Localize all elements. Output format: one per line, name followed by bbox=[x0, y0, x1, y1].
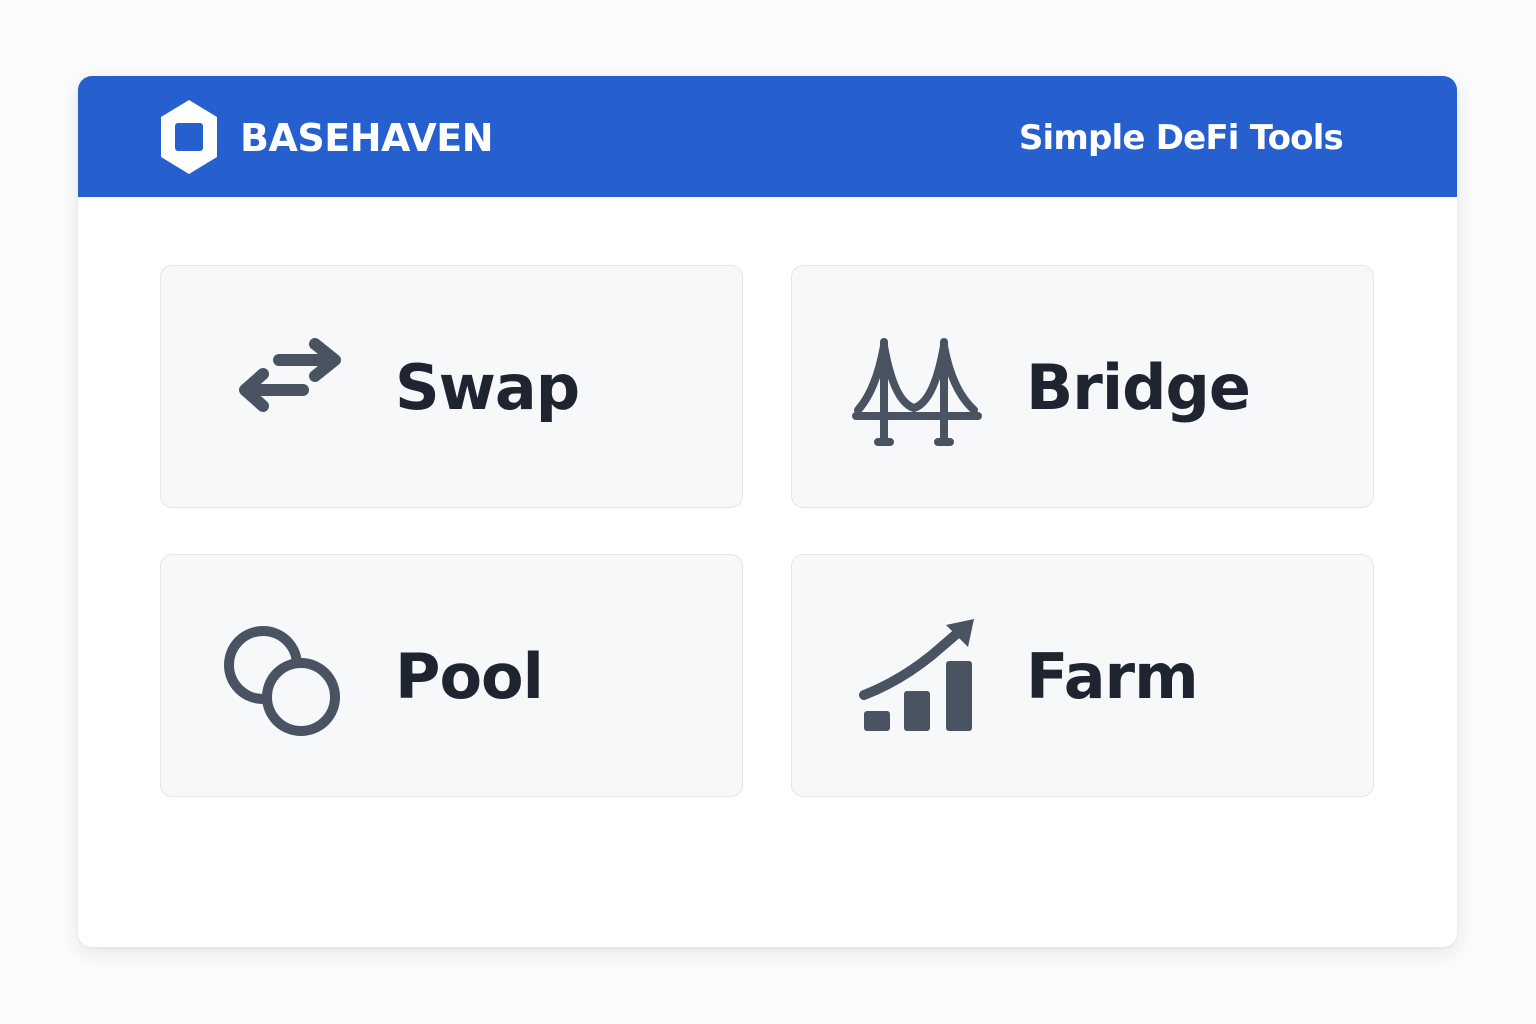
farm-card[interactable]: Farm bbox=[791, 554, 1374, 797]
header-bar: BASEHAVEN Simple DeFi Tools bbox=[78, 76, 1457, 197]
hexagon-logo-icon bbox=[161, 100, 217, 174]
bridge-icon bbox=[852, 338, 982, 446]
swap-arrows-icon bbox=[239, 338, 341, 412]
app-panel: BASEHAVEN Simple DeFi Tools Swap Bridge … bbox=[78, 76, 1457, 947]
swap-card[interactable]: Swap bbox=[160, 265, 743, 508]
overlapping-circles-icon bbox=[224, 626, 340, 736]
pool-label: Pool bbox=[395, 640, 544, 713]
growth-chart-icon bbox=[859, 619, 974, 731]
farm-label: Farm bbox=[1026, 640, 1199, 713]
bridge-label: Bridge bbox=[1026, 351, 1251, 424]
brand-name: BASEHAVEN bbox=[240, 116, 494, 160]
tagline: Simple DeFi Tools bbox=[1018, 118, 1344, 158]
swap-label: Swap bbox=[395, 351, 580, 424]
bridge-card[interactable]: Bridge bbox=[791, 265, 1374, 508]
pool-card[interactable]: Pool bbox=[160, 554, 743, 797]
tools-grid: Swap Bridge Pool Farm bbox=[160, 265, 1374, 799]
